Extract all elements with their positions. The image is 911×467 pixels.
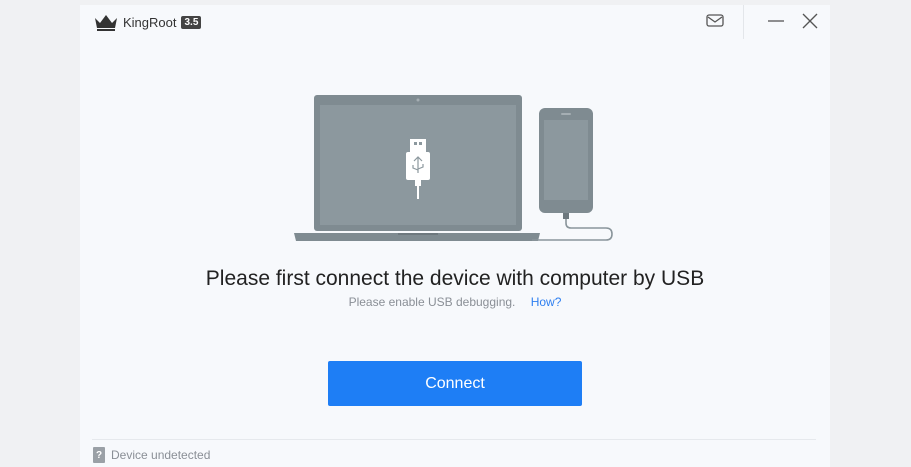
how-link[interactable]: How? xyxy=(531,295,562,309)
crown-logo-icon xyxy=(95,15,117,31)
close-icon xyxy=(802,13,818,29)
connect-instruction: Please first connect the device with com… xyxy=(205,267,705,290)
close-button[interactable] xyxy=(799,11,821,31)
usb-debug-hint-text: Please enable USB debugging. xyxy=(348,295,516,309)
device-status: ? Device undetected xyxy=(93,447,210,463)
app-logo: KingRoot 3.5 xyxy=(93,12,202,32)
phone-icon xyxy=(532,108,613,241)
minimize-button[interactable] xyxy=(765,11,787,31)
device-status-text: Device undetected xyxy=(111,448,211,462)
mail-icon xyxy=(706,14,724,27)
app-name: KingRoot xyxy=(123,14,177,30)
title-bar[interactable]: KingRoot 3.5 xyxy=(80,5,830,39)
minimize-icon xyxy=(768,20,784,22)
device-illustration xyxy=(294,95,613,241)
mail-button[interactable] xyxy=(704,11,726,31)
app-window: KingRoot 3.5 Please first connect the de… xyxy=(80,5,830,467)
footer-divider xyxy=(92,439,816,440)
question-icon[interactable]: ? xyxy=(93,447,105,463)
version-badge: 3.5 xyxy=(181,15,202,29)
connect-button[interactable]: Connect xyxy=(328,361,582,406)
usb-debug-hint: Please enable USB debugging. How? xyxy=(80,295,830,309)
titlebar-divider xyxy=(743,5,744,39)
